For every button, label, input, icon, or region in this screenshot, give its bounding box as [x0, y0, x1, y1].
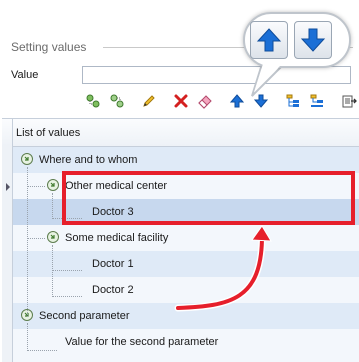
row-indicator-column — [2, 146, 13, 362]
tree-row-label: Doctor 1 — [92, 258, 134, 270]
expand-icon[interactable] — [47, 179, 59, 191]
tree-connector — [52, 218, 82, 219]
delete-icon — [174, 94, 188, 108]
tree-row[interactable]: Doctor 2 — [13, 277, 359, 303]
edit-button[interactable] — [139, 91, 159, 111]
expand-all-button[interactable] — [283, 91, 303, 111]
value-input[interactable] — [82, 66, 351, 84]
tree-row-selected[interactable]: Doctor 3 — [13, 199, 359, 225]
collapse-all-icon — [310, 94, 323, 107]
add-root-icon — [86, 94, 100, 108]
tree-row[interactable]: Value for the second parameter — [13, 329, 359, 362]
tree-row[interactable]: Second parameter — [13, 303, 359, 329]
tree-row-label: Second parameter — [39, 310, 130, 322]
tree-connector — [52, 296, 82, 297]
tree-row-label: Where and to whom — [39, 154, 138, 166]
callout-move-down-button — [294, 21, 332, 59]
tree-connector — [27, 167, 28, 317]
delete-button[interactable] — [171, 91, 191, 111]
current-row-arrow-icon — [6, 183, 10, 191]
column-header-list-of-values[interactable]: List of values — [16, 127, 80, 139]
tree-connector — [27, 186, 45, 187]
indicator-column-header — [2, 119, 13, 146]
expand-all-icon — [286, 94, 299, 107]
tree-connector — [27, 323, 28, 351]
tree-connector — [52, 245, 53, 297]
arrow-down-icon — [253, 94, 269, 108]
add-child-icon — [110, 94, 124, 108]
expand-icon[interactable] — [21, 153, 33, 165]
values-tree-grid: List of values Where and to whom Other m… — [2, 118, 359, 362]
tree-row[interactable]: Where and to whom — [13, 147, 359, 173]
pencil-icon — [143, 95, 155, 107]
tree-row-label: Doctor 3 — [92, 206, 134, 218]
export-icon — [342, 95, 357, 108]
tree-row-label: Other medical center — [65, 180, 168, 192]
add-child-button[interactable] — [107, 91, 127, 111]
move-up-button[interactable] — [227, 91, 247, 111]
tree-connector — [27, 238, 45, 239]
arrow-up-icon — [256, 28, 282, 52]
tree-row-label: Some medical facility — [65, 232, 169, 244]
value-label: Value — [11, 69, 39, 81]
tree-row-label: Value for the second parameter — [65, 336, 219, 348]
tree-connector — [52, 270, 82, 271]
tree-connector — [52, 193, 53, 219]
move-down-button[interactable] — [251, 91, 271, 111]
eraser-icon — [198, 95, 212, 109]
clear-button[interactable] — [195, 91, 215, 111]
tree-row[interactable]: Some medical facility — [13, 225, 359, 251]
tree-row-label: Doctor 2 — [92, 284, 134, 296]
group-title: Setting values — [11, 40, 87, 54]
add-root-button[interactable] — [83, 91, 103, 111]
export-button[interactable] — [339, 91, 359, 111]
callout-move-up-button — [250, 21, 288, 59]
grid-header: List of values — [2, 119, 359, 147]
arrow-down-icon — [300, 28, 326, 52]
expand-icon[interactable] — [47, 231, 59, 243]
tree-connector — [27, 350, 57, 351]
tree-row[interactable]: Doctor 1 — [13, 251, 359, 277]
arrow-up-icon — [229, 94, 245, 108]
collapse-all-button[interactable] — [307, 91, 327, 111]
tree-row[interactable]: Other medical center — [13, 173, 359, 199]
